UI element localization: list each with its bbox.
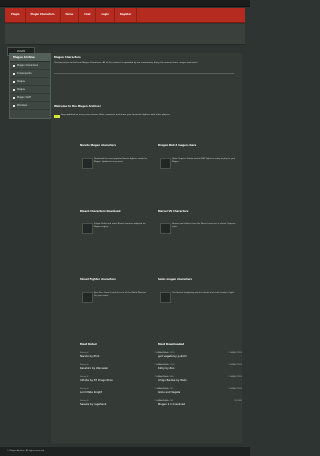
item-name: Lord Meta Knight — [80, 391, 103, 394]
most-rated-title: Most Rated — [80, 343, 97, 346]
sidebar-item-label: Stages — [17, 80, 25, 83]
section-thumbnail[interactable] — [82, 158, 93, 169]
bullet-icon — [13, 64, 15, 67]
new-badge — [54, 115, 60, 118]
bullet-icon — [13, 88, 15, 91]
list-item[interactable]: Downloads 1102 CHARACTERS Kirby by Zoo — [158, 364, 242, 372]
welcome-heading: Welcome to the Mugen Archive! — [54, 105, 101, 108]
item-name: Naruto by Phrk — [80, 355, 100, 358]
item-name: Ichigo Bankai by Wulo — [158, 379, 187, 382]
list-item[interactable]: Downloads 901 MUGEN Mugen 1.1 download — [158, 400, 242, 408]
nav-item-register[interactable]: Register — [115, 8, 138, 22]
nav-item-plugin[interactable]: Plugin — [5, 8, 26, 22]
list-item[interactable]: Downloads 950 CHARACTERS Goku and Vegeta — [158, 388, 242, 396]
bullet-icon — [13, 72, 15, 75]
item-name: Kirby by Zoo — [158, 367, 175, 370]
sidebar-item-label: Windows — [17, 104, 28, 107]
sidebar-item-screenpacks[interactable]: Screenpacks — [10, 70, 50, 78]
section-thumbnail[interactable] — [160, 158, 171, 169]
section-text: Download the most popular Naruto fighter… — [94, 158, 148, 163]
section-text: Goku, Vegeta, Gohan and all DBZ fighters… — [172, 158, 236, 163]
section-text: Heroes and villains from the Marvel univ… — [172, 223, 236, 228]
item-category: CHARACTERS — [228, 352, 242, 354]
sidebar-item-stages[interactable]: Stages — [10, 78, 50, 86]
item-category: CHARACTERS — [228, 376, 242, 378]
sidebar-item-mugen-characters[interactable]: Mugen Characters — [10, 62, 50, 70]
item-name: Goku and Vegeta — [158, 391, 181, 394]
item-category: CHARACTERS — [228, 388, 242, 390]
item-name: Mugen 1.1 download — [158, 403, 186, 406]
top-strip — [0, 0, 250, 7]
most-downloaded-title: Most Downloaded — [158, 343, 185, 346]
sidebar-item-windows[interactable]: Windows — [10, 102, 50, 110]
welcome-text: Stay updated on every new release. Rate,… — [61, 114, 171, 116]
bullet-icon — [13, 96, 15, 99]
nav-item-home[interactable]: Home — [61, 8, 80, 22]
item-category: CHARACTERS — [228, 364, 242, 366]
bullet-icon — [13, 104, 15, 107]
list-item[interactable]: Rating 8 CHARACTERS Naruto by Phrk — [80, 352, 168, 360]
item-name: Sasuke by ragehenk — [80, 403, 107, 406]
sidebar-title: Mugen Archive — [10, 54, 50, 62]
content-title: Mugen Characters — [54, 56, 81, 59]
section-title-sonic[interactable]: Sonic mugen characters — [158, 278, 192, 281]
list-item[interactable]: Downloads 998 CHARACTERS Ichigo Bankai by… — [158, 376, 242, 384]
item-category: MUGEN — [234, 400, 243, 402]
section-thumbnail[interactable] — [160, 292, 171, 303]
main-content — [51, 53, 242, 443]
page-footer: © Mugen Archive. All rights reserved. — [0, 447, 250, 456]
item-name: god vegeta by yukichi — [158, 355, 187, 358]
bullet-icon — [13, 80, 15, 83]
section-title-street-fighter[interactable]: Street Fighter characters — [80, 278, 116, 281]
sidebar-item-label: Mugen Stuff — [17, 96, 31, 99]
sidebar-item-label: Mugen Characters — [17, 64, 39, 67]
header-banner — [5, 24, 245, 45]
list-item[interactable]: Rating 8 CHARACTERS Lord Meta Knight — [80, 388, 168, 396]
list-item[interactable]: Rating 8 CHARACTERS Kenshiro by Warusaki — [80, 364, 168, 372]
section-title-marvel[interactable]: Marvel VS Characters — [158, 210, 188, 213]
section-text: Ryu, Ken, Chun-Li and the rest of the Wo… — [94, 292, 147, 297]
section-title-dbz[interactable]: Dragon Ball Z mugen chars — [158, 144, 196, 147]
item-name: Kenshiro by Warusaki — [80, 367, 108, 370]
main-navigation: Plugin Plugin Characters Home Chat Login… — [5, 8, 245, 23]
content-intro: The best place to find new Mugen Charact… — [54, 62, 198, 64]
section-text: Ichigo, Rukia and other Bleach warriors … — [94, 223, 146, 228]
sidebar-item-label: Screenpacks — [17, 72, 32, 75]
item-name: Infinite by 87 Dragonfrea — [80, 379, 113, 382]
section-thumbnail[interactable] — [160, 223, 171, 234]
list-item[interactable]: Rating 8 CHARACTERS Sasuke by ragehenk — [80, 400, 168, 408]
sidebar-menu: Mugen Archive Mugen Characters Screenpac… — [9, 53, 51, 119]
sidebar-item-mugen-stuff[interactable]: Mugen Stuff — [10, 94, 50, 102]
section-title-bleach[interactable]: Bleach Characters Download — [80, 210, 120, 213]
nav-item-login[interactable]: Login — [96, 8, 115, 22]
sidebar-item-stages-2[interactable]: Stages — [10, 86, 50, 94]
intro-divider — [54, 73, 234, 74]
nav-item-chat[interactable]: Chat — [79, 8, 97, 22]
list-item[interactable]: Rating 8 CHARACTERS Infinite by 87 Dragon… — [80, 376, 168, 384]
nav-item-plugin-characters[interactable]: Plugin Characters — [26, 8, 61, 22]
sidebar-item-label: Stages — [17, 88, 25, 91]
section-title-naruto[interactable]: Naruto Mugen characters — [80, 144, 116, 147]
section-text: The fastest hedgehog and his friends and… — [172, 292, 235, 294]
list-item[interactable]: Downloads 1215 CHARACTERS god vegeta by y… — [158, 352, 242, 360]
section-thumbnail[interactable] — [82, 292, 93, 303]
section-thumbnail[interactable] — [82, 223, 93, 234]
